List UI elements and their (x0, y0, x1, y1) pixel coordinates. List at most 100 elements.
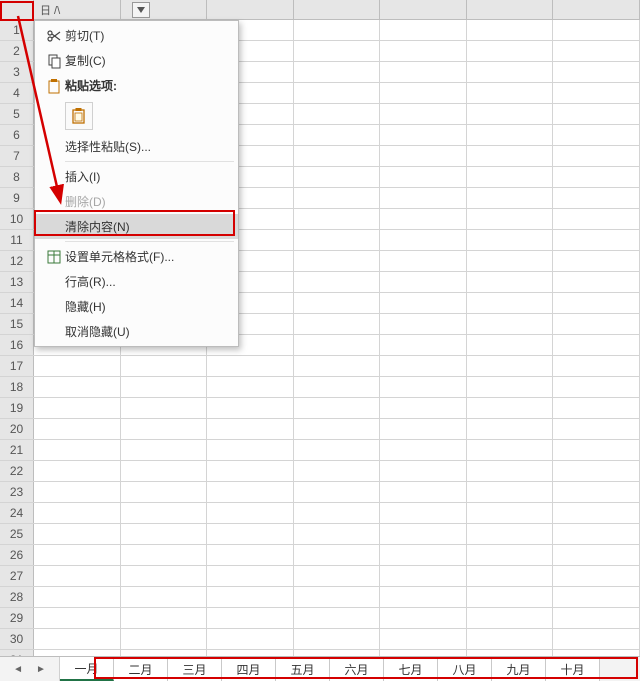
cell[interactable] (380, 20, 467, 40)
sheet-tab[interactable]: 四月 (222, 657, 276, 681)
cell[interactable] (294, 440, 381, 460)
cell[interactable] (294, 377, 381, 397)
menu-paste-special[interactable]: 选择性粘贴(S)... (35, 134, 238, 159)
col-header-g[interactable] (553, 0, 640, 19)
sheet-tab[interactable]: 九月 (492, 657, 546, 681)
row-header[interactable]: 17 (0, 356, 34, 376)
row-header[interactable]: 13 (0, 272, 34, 292)
cell[interactable] (294, 398, 381, 418)
cell[interactable] (294, 188, 381, 208)
cell[interactable] (34, 608, 121, 628)
col-header-c[interactable] (207, 0, 294, 19)
cell[interactable] (553, 251, 640, 271)
cell[interactable] (467, 83, 554, 103)
cell[interactable] (294, 524, 381, 544)
cell[interactable] (34, 566, 121, 586)
cell[interactable] (553, 398, 640, 418)
cell[interactable] (380, 83, 467, 103)
menu-format-cells[interactable]: 设置单元格格式(F)... (35, 244, 238, 269)
cell[interactable] (553, 41, 640, 61)
cell[interactable] (294, 293, 381, 313)
cell[interactable] (553, 545, 640, 565)
cell[interactable] (121, 566, 208, 586)
cell[interactable] (294, 356, 381, 376)
sheet-tab[interactable]: 七月 (384, 657, 438, 681)
row-header[interactable]: 18 (0, 377, 34, 397)
cell[interactable] (207, 587, 294, 607)
cell[interactable] (34, 545, 121, 565)
cell[interactable] (467, 503, 554, 523)
cell[interactable] (34, 377, 121, 397)
cell[interactable] (34, 587, 121, 607)
row-header[interactable]: 22 (0, 461, 34, 481)
col-header-f[interactable] (467, 0, 554, 19)
row-header[interactable]: 2 (0, 41, 34, 61)
cell[interactable] (121, 545, 208, 565)
cell[interactable] (467, 482, 554, 502)
cell[interactable] (207, 503, 294, 523)
cell[interactable] (380, 167, 467, 187)
row-header[interactable]: 4 (0, 83, 34, 103)
cell[interactable] (467, 62, 554, 82)
cell[interactable] (34, 461, 121, 481)
cell[interactable] (467, 545, 554, 565)
col-header-e[interactable] (380, 0, 467, 19)
row-header[interactable]: 10 (0, 209, 34, 229)
cell[interactable] (553, 83, 640, 103)
sheet-tab[interactable]: 十月 (546, 657, 600, 681)
cell[interactable] (294, 83, 381, 103)
cell[interactable] (380, 545, 467, 565)
row-header[interactable]: 24 (0, 503, 34, 523)
cell[interactable] (121, 503, 208, 523)
row-header[interactable]: 27 (0, 566, 34, 586)
cell[interactable] (553, 587, 640, 607)
sheet-tab[interactable]: 一月 (60, 657, 114, 681)
cell[interactable] (294, 167, 381, 187)
cell[interactable] (294, 587, 381, 607)
cell[interactable] (380, 629, 467, 649)
cell[interactable] (207, 461, 294, 481)
cell[interactable] (553, 62, 640, 82)
cell[interactable] (553, 20, 640, 40)
cell[interactable] (380, 503, 467, 523)
cell[interactable] (467, 356, 554, 376)
row-header[interactable]: 8 (0, 167, 34, 187)
menu-clear-contents[interactable]: 清除内容(N) (35, 214, 238, 239)
cell[interactable] (380, 566, 467, 586)
tab-nav-buttons[interactable]: ◄ ► (0, 657, 60, 681)
cell[interactable] (121, 608, 208, 628)
row-header[interactable]: 23 (0, 482, 34, 502)
cell[interactable] (294, 335, 381, 355)
cell[interactable] (467, 41, 554, 61)
cell[interactable] (121, 398, 208, 418)
cell[interactable] (380, 335, 467, 355)
cell[interactable] (553, 104, 640, 124)
cell[interactable] (467, 209, 554, 229)
cell[interactable] (380, 482, 467, 502)
row-header[interactable]: 16 (0, 335, 34, 355)
cell[interactable] (467, 125, 554, 145)
cell[interactable] (553, 524, 640, 544)
cell[interactable] (380, 41, 467, 61)
cell[interactable] (207, 566, 294, 586)
cell[interactable] (294, 230, 381, 250)
cell[interactable] (380, 440, 467, 460)
cell[interactable] (121, 440, 208, 460)
row-header[interactable]: 9 (0, 188, 34, 208)
cell[interactable] (294, 629, 381, 649)
cell[interactable] (121, 524, 208, 544)
cell[interactable] (553, 293, 640, 313)
cell[interactable] (294, 125, 381, 145)
cell[interactable] (467, 20, 554, 40)
cell[interactable] (467, 608, 554, 628)
paste-button[interactable] (65, 102, 93, 130)
row-header[interactable]: 19 (0, 398, 34, 418)
cell[interactable] (553, 167, 640, 187)
cell[interactable] (467, 104, 554, 124)
cell[interactable] (207, 398, 294, 418)
menu-hide[interactable]: 隐藏(H) (35, 294, 238, 319)
row-header[interactable]: 29 (0, 608, 34, 628)
cell[interactable] (207, 629, 294, 649)
row-header[interactable]: 6 (0, 125, 34, 145)
cell[interactable] (553, 230, 640, 250)
